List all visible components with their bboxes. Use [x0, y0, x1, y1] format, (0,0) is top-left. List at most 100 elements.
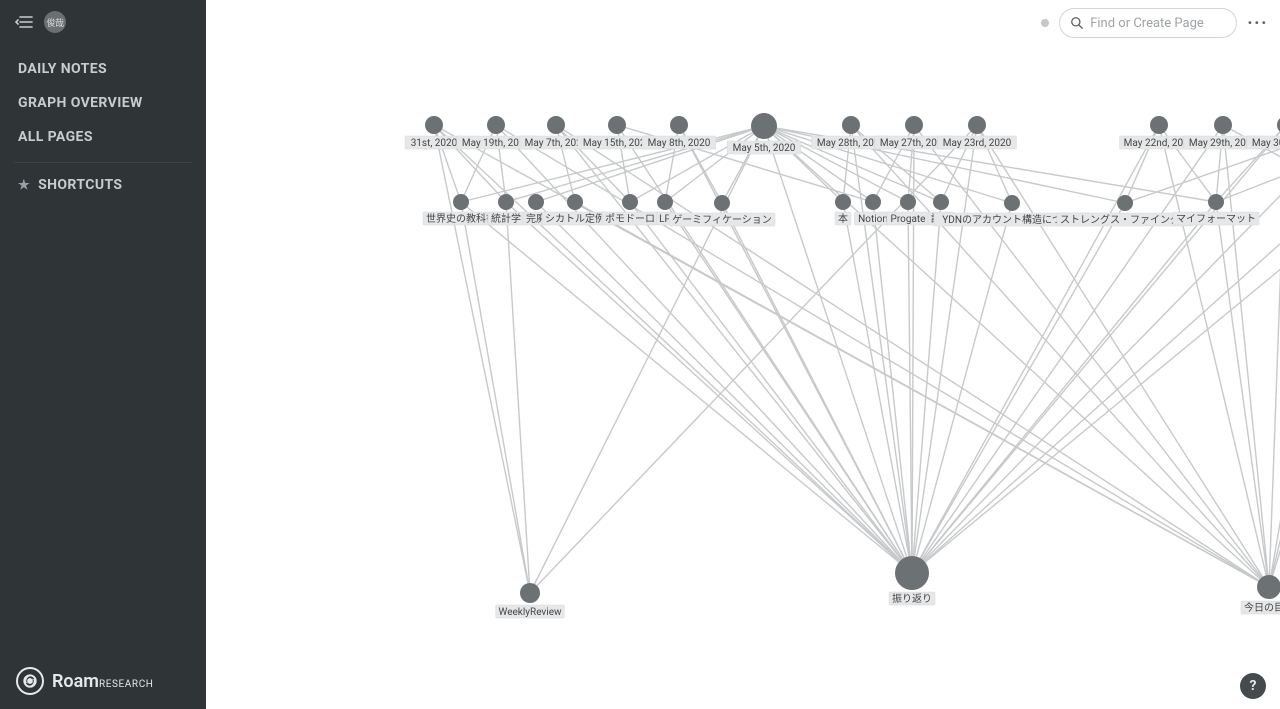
graph-node-label: Notion — [858, 214, 888, 225]
graph-edge — [1223, 125, 1269, 587]
topbar: Find or Create Page ··· — [1041, 8, 1268, 38]
graph-node-label: 31st, 2020 — [411, 138, 458, 149]
graph-node-label: May 5th, 2020 — [733, 143, 796, 154]
menu-toggle-icon[interactable] — [14, 12, 34, 32]
graph-node[interactable]: シカトル定例 — [542, 194, 608, 225]
graph-node-label: 本 — [838, 212, 848, 225]
avatar[interactable]: 俊哉 — [44, 11, 66, 33]
graph-edge — [461, 202, 530, 593]
graph-node-circle[interactable] — [487, 116, 505, 134]
logo[interactable]: RoamRESEARCH — [16, 667, 154, 695]
graph-edge — [575, 202, 1269, 587]
graph-edge — [722, 203, 912, 573]
graph-node-circle[interactable] — [622, 194, 638, 210]
shortcuts-label: SHORTCUTS — [38, 177, 122, 193]
graph-node-label: May 8th, 2020 — [648, 138, 711, 149]
graph-edge — [873, 202, 912, 573]
graph-node-circle[interactable] — [528, 194, 544, 210]
sync-status-dot — [1041, 19, 1049, 27]
help-button[interactable]: ? — [1240, 673, 1266, 699]
graph-node[interactable]: 本 — [835, 194, 851, 225]
graph-node[interactable]: May 30th, 2020 — [1247, 116, 1280, 149]
graph-node[interactable]: ポモドーロ — [602, 194, 658, 225]
graph-node-circle[interactable] — [498, 194, 514, 210]
graph-node-label: ストレングス・ファインダー — [1060, 213, 1190, 226]
graph-node[interactable]: 今日の目標 — [1241, 575, 1280, 614]
graph-node-circle[interactable] — [453, 194, 469, 210]
graph-node-circle[interactable] — [1004, 195, 1020, 211]
nav-divider — [14, 162, 192, 163]
graph-node-circle[interactable] — [968, 116, 986, 134]
graph-node-circle[interactable] — [895, 556, 929, 590]
search-input[interactable]: Find or Create Page — [1059, 8, 1237, 38]
graph-node-circle[interactable] — [835, 194, 851, 210]
graph-node-label: Progate — [891, 214, 926, 225]
graph-node[interactable]: マイフォーマット — [1173, 194, 1259, 225]
graph-edge — [496, 125, 912, 573]
graph-node-label: ゲーミフィケーション — [672, 214, 772, 226]
graph-node-circle[interactable] — [751, 113, 777, 139]
graph-node-label: WeeklyReview — [498, 607, 562, 618]
graph-node[interactable]: 31st, 2020 — [405, 116, 463, 149]
graph-node-circle[interactable] — [1257, 575, 1280, 599]
graph-node-circle[interactable] — [657, 194, 673, 210]
graph-node[interactable]: Progate — [887, 194, 929, 225]
graph-edge — [461, 202, 912, 573]
graph-edge — [1269, 125, 1280, 587]
graph-node-label: May 30th, 2020 — [1252, 138, 1280, 149]
graph-edge — [530, 126, 764, 593]
graph-node-label: シカトル定例 — [545, 212, 605, 225]
graph-node[interactable]: ストレングス・ファインダー — [1057, 195, 1193, 226]
graph-node-circle[interactable] — [900, 194, 916, 210]
graph-node-circle[interactable] — [933, 194, 949, 210]
search-placeholder: Find or Create Page — [1090, 16, 1204, 31]
graph-edge — [536, 202, 912, 573]
graph-node-circle[interactable] — [567, 194, 583, 210]
graph-node[interactable]: WeeklyReview — [496, 583, 564, 618]
graph-edge — [977, 125, 1269, 587]
sidebar-top: 俊哉 — [0, 0, 206, 44]
graph-node[interactable]: 振り返り — [889, 556, 935, 605]
sidebar: 俊哉 DAILY NOTES GRAPH OVERVIEW ALL PAGES … — [0, 0, 206, 709]
nav-daily-notes[interactable]: DAILY NOTES — [0, 52, 206, 86]
graph-node-label: ポモドーロ — [605, 213, 655, 225]
graph-node-label: May 23rd, 2020 — [943, 138, 1012, 149]
graph-node-circle[interactable] — [547, 116, 565, 134]
graph-node-circle[interactable] — [670, 116, 688, 134]
graph-edge — [1269, 125, 1280, 587]
graph-node-circle[interactable] — [1214, 116, 1232, 134]
graph-node-circle[interactable] — [425, 116, 443, 134]
star-icon: ★ — [18, 178, 30, 193]
logo-text: RoamRESEARCH — [52, 671, 154, 692]
graph-node-circle[interactable] — [1150, 116, 1168, 134]
shortcuts-header[interactable]: ★ SHORTCUTS — [0, 165, 206, 205]
main: Find or Create Page ··· 31st, 2020May 19… — [206, 0, 1280, 709]
graph-edge — [1269, 125, 1280, 587]
nav-graph-overview[interactable]: GRAPH OVERVIEW — [0, 86, 206, 120]
graph-node[interactable]: May 8th, 2020 — [642, 116, 716, 149]
graph-node-circle[interactable] — [520, 583, 540, 603]
graph-node-label: 統計学 — [491, 212, 521, 225]
graph-node-circle[interactable] — [1117, 195, 1133, 211]
more-menu-icon[interactable]: ··· — [1247, 13, 1268, 34]
sidebar-nav: DAILY NOTES GRAPH OVERVIEW ALL PAGES — [0, 44, 206, 158]
graph-node-circle[interactable] — [905, 116, 923, 134]
graph-node[interactable]: ゲーミフィケーション — [669, 195, 775, 226]
graph-edge — [665, 202, 912, 573]
graph-node-circle[interactable] — [1208, 194, 1224, 210]
graph-node-label: May 15th, 2020 — [583, 138, 652, 149]
graph-canvas[interactable]: 31st, 2020May 19th, 2020May 7th, 2020May… — [206, 0, 1280, 709]
logo-icon — [16, 667, 44, 695]
graph-node-circle[interactable] — [842, 116, 860, 134]
graph-node[interactable]: May 23rd, 2020 — [938, 116, 1017, 149]
nav-all-pages[interactable]: ALL PAGES — [0, 120, 206, 154]
graph-node-circle[interactable] — [714, 195, 730, 211]
graph-edge — [912, 125, 1223, 573]
graph-node-label: 振り返り — [892, 592, 932, 605]
graph-node-label: 今日の目標 — [1244, 601, 1280, 614]
graph-node-label: 世界史の教科書 — [426, 212, 496, 225]
graph-node-circle[interactable] — [608, 116, 626, 134]
graph-node[interactable]: 世界史の教科書 — [423, 194, 499, 225]
graph-node-circle[interactable] — [865, 194, 881, 210]
graph-node-label: マイフォーマット — [1176, 214, 1256, 225]
